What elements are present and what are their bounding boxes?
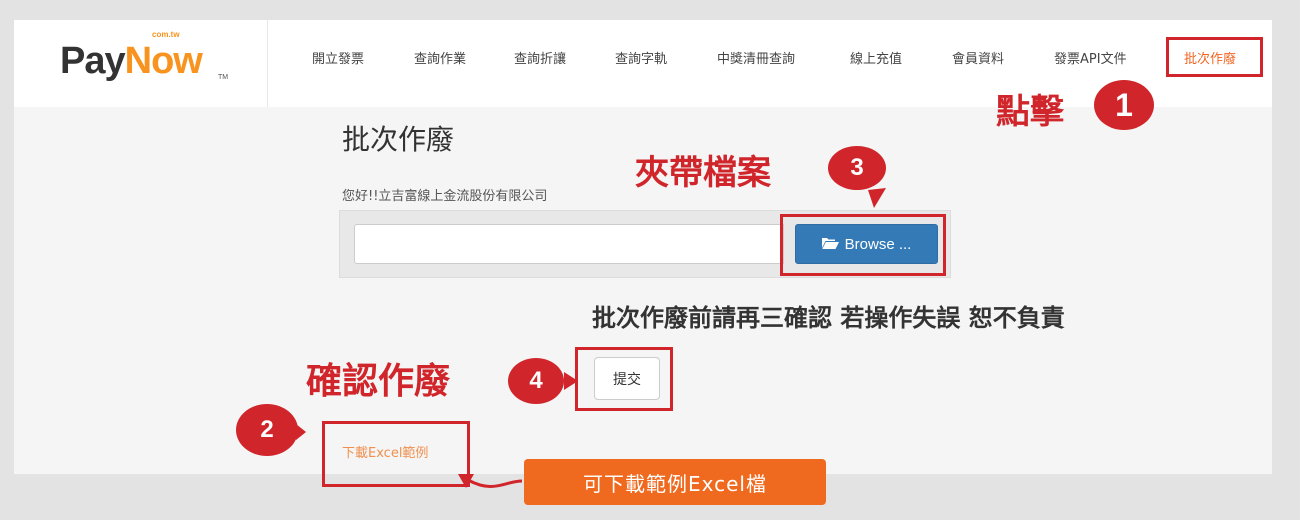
- logo-tm: TM: [218, 74, 229, 81]
- page-title: 批次作廢: [342, 123, 455, 156]
- highlight-batch-void: [1166, 37, 1263, 77]
- nav-item-issue-invoice[interactable]: 開立發票: [312, 48, 364, 67]
- paynow-logo[interactable]: com.tw PayNow TM: [60, 30, 240, 86]
- logo-wordmark: PayNow: [60, 40, 203, 83]
- annotation-step1-badge: 1: [1094, 80, 1154, 130]
- highlight-submit: [575, 347, 673, 411]
- annotation-step4-text: 確認作廢: [306, 361, 451, 402]
- logo-pay: Pay: [60, 40, 126, 82]
- annotation-step3-badge: 3: [828, 146, 886, 190]
- callout-arrow: [467, 478, 523, 488]
- nav-item-query-allowance[interactable]: 查詢折讓: [514, 48, 566, 67]
- nav-item-query-track[interactable]: 查詢字軌: [615, 48, 667, 67]
- callout-download-hint: 可下載範例Excel檔: [524, 459, 826, 505]
- nav-item-winning-list[interactable]: 中獎清冊查詢: [717, 48, 795, 67]
- annotation-step2-badge: 2: [236, 404, 298, 456]
- nav-divider: [267, 20, 268, 107]
- top-navbar: com.tw PayNow TM 開立發票 查詢作業 查詢折讓 查詢字軌 中獎清…: [14, 20, 1272, 107]
- nav-item-query[interactable]: 查詢作業: [414, 48, 466, 67]
- highlight-download: [322, 421, 470, 487]
- annotation-step4-badge: 4: [508, 358, 564, 404]
- nav-item-api-docs[interactable]: 發票API文件: [1054, 48, 1127, 67]
- logo-now: Now: [124, 40, 203, 82]
- file-name-input[interactable]: [354, 224, 784, 264]
- annotation-step1-text: 點擊: [996, 92, 1064, 132]
- annotation-step3-text: 夾帶檔案: [635, 153, 771, 193]
- warning-text: 批次作廢前請再三確認 若操作失誤 恕不負責: [592, 304, 1065, 332]
- highlight-browse: [780, 214, 946, 276]
- greeting-text: 您好!!立吉富線上金流股份有限公司: [342, 189, 548, 204]
- nav-item-member[interactable]: 會員資料: [952, 48, 1004, 67]
- logo-domain: com.tw: [152, 30, 180, 39]
- nav-item-topup[interactable]: 線上充值: [850, 48, 902, 67]
